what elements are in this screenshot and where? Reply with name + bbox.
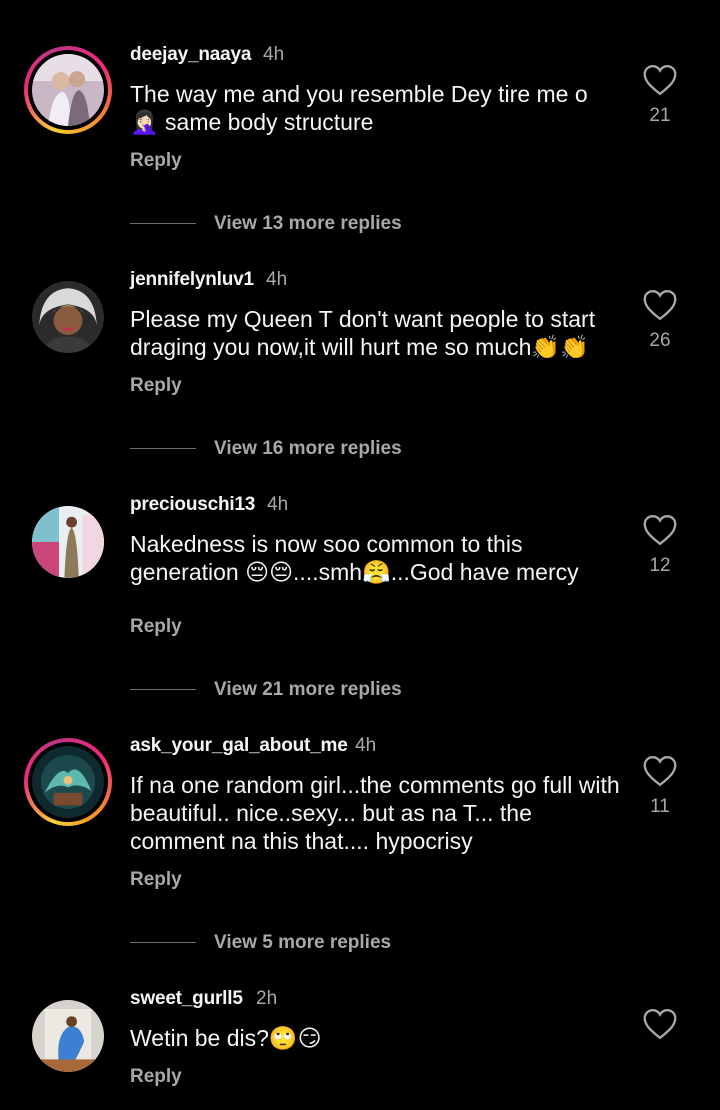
comment-username[interactable]: deejay_naaya xyxy=(130,44,251,66)
heart-outline-icon[interactable] xyxy=(642,755,678,787)
comment-username[interactable]: ask_your_gal_about_me xyxy=(130,735,348,757)
like-count: 21 xyxy=(649,105,671,126)
like-count: 12 xyxy=(649,555,671,576)
heart-outline-icon[interactable] xyxy=(642,514,678,546)
comment-text: Please my Queen T don't want people to s… xyxy=(130,306,596,360)
divider xyxy=(130,223,196,224)
view-replies-button[interactable]: View 16 more replies xyxy=(214,438,402,460)
comment-text: Nakedness is now soo common to this gene… xyxy=(130,531,579,585)
comment-text: If na one random girl...the comments go … xyxy=(130,772,620,854)
comment-username[interactable]: jennifelynluv1 xyxy=(130,269,254,291)
reply-button[interactable]: Reply xyxy=(130,869,182,891)
comment-time: 4h xyxy=(266,269,288,290)
comment-text: Wetin be dis?🙄😏 xyxy=(130,1025,322,1051)
divider xyxy=(130,448,196,449)
avatar[interactable] xyxy=(24,46,112,134)
heart-outline-icon[interactable] xyxy=(642,1008,678,1040)
comment-username[interactable]: sweet_gurll5 xyxy=(130,988,243,1010)
comment-time: 4h xyxy=(267,494,289,515)
reply-button[interactable]: Reply xyxy=(130,375,182,397)
heart-outline-icon[interactable] xyxy=(642,64,678,96)
view-replies-button[interactable]: View 21 more replies xyxy=(214,679,402,701)
reply-button[interactable]: Reply xyxy=(130,1066,182,1088)
heart-outline-icon[interactable] xyxy=(642,289,678,321)
comment-time: 4h xyxy=(263,44,285,65)
like-count: 26 xyxy=(649,330,671,351)
like-count: 11 xyxy=(650,796,670,817)
reply-button[interactable]: Reply xyxy=(130,616,182,638)
avatar[interactable] xyxy=(32,506,104,578)
comment-text: The way me and you resemble Dey tire me … xyxy=(130,81,588,135)
comment-time: 2h xyxy=(256,988,278,1009)
reply-button[interactable]: Reply xyxy=(130,150,182,172)
divider xyxy=(130,942,196,943)
comment-time: 4h xyxy=(355,735,377,756)
view-replies-button[interactable]: View 13 more replies xyxy=(214,213,402,235)
avatar[interactable] xyxy=(24,738,112,826)
avatar[interactable] xyxy=(32,1000,104,1072)
comment-username[interactable]: preciouschi13 xyxy=(130,494,255,516)
avatar[interactable] xyxy=(32,281,104,353)
view-replies-button[interactable]: View 5 more replies xyxy=(214,932,391,954)
divider xyxy=(130,689,196,690)
